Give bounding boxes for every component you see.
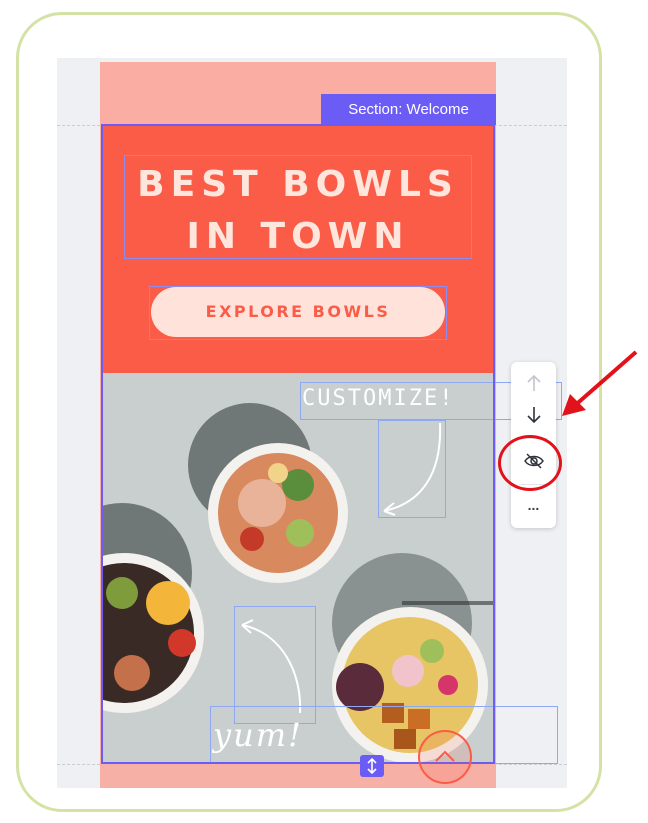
chevron-up-icon — [435, 750, 455, 762]
back-to-top-button[interactable] — [418, 730, 472, 784]
customize-text: CUSTOMIZE! — [302, 386, 455, 411]
annotation-circle — [498, 435, 562, 491]
annotation-arrow-icon — [562, 350, 638, 416]
resize-vertical-icon — [367, 757, 377, 775]
arrow-up-icon — [526, 374, 541, 391]
section-label[interactable]: Section: Welcome — [321, 94, 496, 125]
more-options-button[interactable]: ... — [511, 486, 556, 524]
arrow-box-top[interactable] — [378, 420, 446, 518]
explore-bowls-button[interactable]: EXPLORE BOWLS — [151, 287, 445, 337]
hero-title-line-2: IN TOWN — [186, 216, 410, 257]
move-section-down-button[interactable] — [511, 396, 556, 434]
hero-title[interactable]: BEST BOWLS IN TOWN — [124, 159, 472, 263]
yum-text: yum! — [213, 716, 303, 754]
more-icon: ... — [527, 497, 540, 513]
resize-handle[interactable] — [360, 755, 384, 777]
arrow-down-icon — [526, 407, 541, 424]
hero-title-line-1: BEST BOWLS — [137, 164, 459, 205]
